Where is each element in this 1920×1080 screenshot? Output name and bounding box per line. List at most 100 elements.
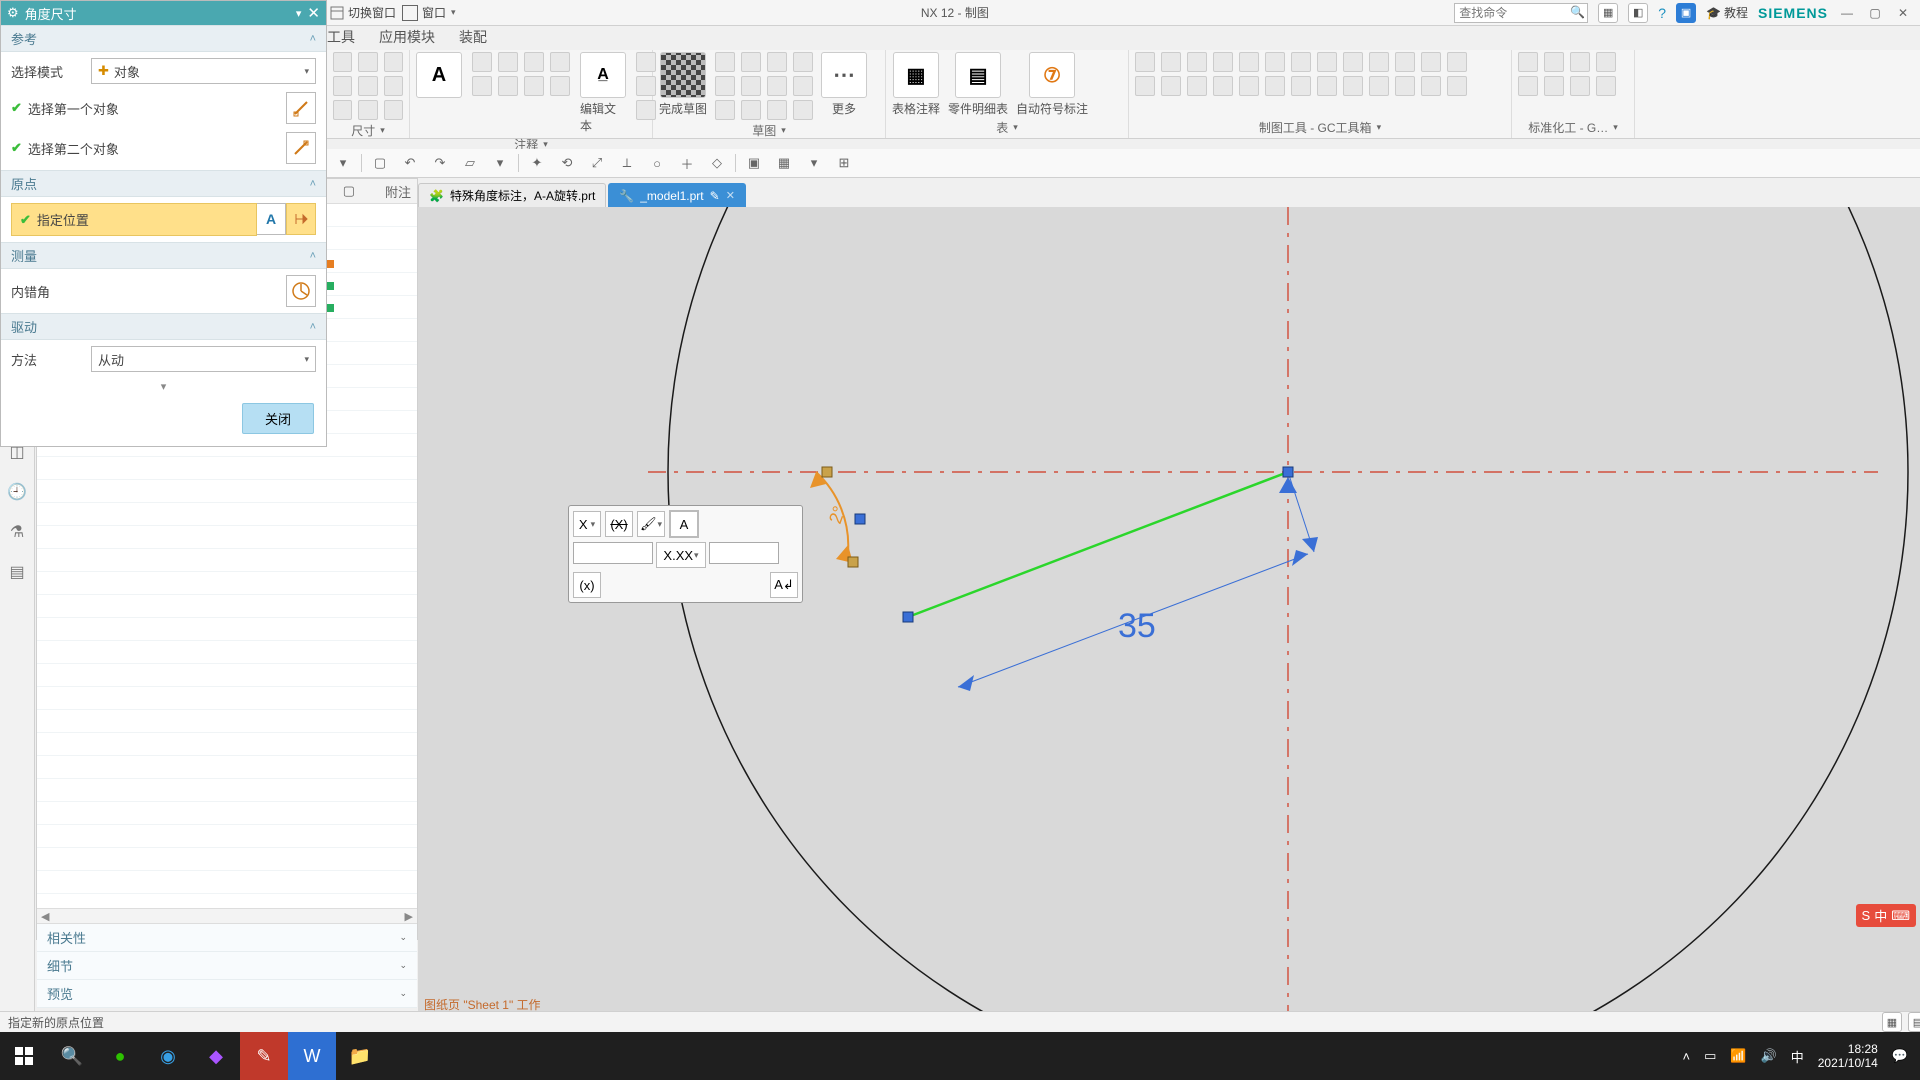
popup-value-input[interactable] [573,542,653,564]
origin-anchor-button[interactable] [286,203,316,235]
popup-apply-button[interactable]: A↲ [770,572,798,598]
popup-var-button[interactable]: (x) [573,572,601,598]
section-measure[interactable]: 测量˄ [1,242,326,269]
taskbar-search-icon[interactable]: 🔍 [48,1032,96,1080]
status-icon-1[interactable]: ▦ [1882,1012,1902,1032]
tb-icon-2[interactable]: ◧ [1628,3,1648,23]
t2-btn-10[interactable]: ○ [645,152,669,174]
close-tab-icon[interactable]: ✕ [726,189,735,202]
dialog-dropdown-icon[interactable]: ▾ [296,7,302,20]
t2-btn-2[interactable]: ↶ [398,152,422,174]
minimize-button[interactable]: ― [1838,4,1856,22]
popup-textpick-button[interactable]: A [669,510,699,538]
menu-assembly[interactable]: 装配 [459,27,487,47]
t2-btn-3[interactable]: ↷ [428,152,452,174]
t2-btn-9[interactable]: ⟂ [615,152,639,174]
t2-dropdown[interactable]: ▾ [331,152,355,174]
menu-tools[interactable]: 工具 [327,27,355,47]
section-origin[interactable]: 原点˄ [1,170,326,197]
gear-icon[interactable]: ⚙ [7,5,19,21]
t2-btn-15[interactable]: ▾ [802,152,826,174]
parts-list-button[interactable]: ▤零件明细表 [948,52,1008,117]
popup-x-button[interactable]: X▾ [573,511,601,537]
popup-clearvar-button[interactable]: (X) [605,511,633,537]
nav-group-detail[interactable]: 细节⌄ [37,952,417,980]
t2-btn-6[interactable]: ✦ [525,152,549,174]
pick-second-object[interactable]: 选择第二个对象 [28,139,119,158]
switch-window-button[interactable]: 切换窗口 [330,4,396,21]
command-search[interactable]: 🔍 [1454,3,1588,23]
section-reference[interactable]: 参考˄ [1,25,326,52]
t2-btn-11[interactable]: ＋ [675,152,699,174]
tray-ime-icon[interactable]: 中 [1791,1047,1804,1066]
taskbar-edge-icon[interactable]: ◉ [144,1032,192,1080]
taskbar-word-icon[interactable]: W [288,1032,336,1080]
t2-btn-5[interactable]: ▾ [488,152,512,174]
drawing-canvas[interactable]: 35 2° 图纸页 "Sheet 1" 工作 [418,207,1920,1017]
status-icon-2[interactable]: ▤ [1908,1012,1920,1032]
t2-btn-7[interactable]: ⟲ [555,152,579,174]
tab-model1[interactable]: 🔧 _model1.prt ✎ ✕ [608,183,746,207]
rail-sheet-icon[interactable]: ▤ [4,559,30,585]
tray-clock[interactable]: 18:28 2021/10/14 [1818,1042,1878,1071]
taskbar-app1-icon[interactable]: ◆ [192,1032,240,1080]
restore-button[interactable]: ▢ [1866,4,1884,22]
navigator-hscroll[interactable]: ◀▶ [37,908,417,923]
method-dropdown[interactable]: 从动▾ [91,346,316,372]
nav-col-icon[interactable]: ▢ [343,183,355,199]
more-sketch-button[interactable]: ⋯ 更多 [821,52,867,117]
dialog-close-button[interactable]: 关闭 [242,403,314,434]
popup-format-dropdown[interactable]: X.XX▾ [656,542,706,568]
tray-wifi-icon[interactable]: 📶 [1730,1048,1746,1064]
rail-roles-icon[interactable]: ⚗ [4,519,30,545]
tab-angle-drawing[interactable]: 🧩 特殊角度标注，A-A旋转.prt [418,183,606,207]
command-search-input[interactable] [1454,3,1588,23]
tb-icon-1[interactable]: ▦ [1598,3,1618,23]
graduation-cap-icon: 🎓 [1706,6,1721,20]
popup-tolerance-input[interactable] [709,542,779,564]
pick-second-tool-button[interactable] [286,132,316,164]
tb-icon-3[interactable]: ▣ [1676,3,1696,23]
section-drive[interactable]: 驱动˄ [1,313,326,340]
annotation-big-button[interactable]: A [416,52,462,98]
popup-brush-button[interactable]: 🖌▾ [637,511,665,537]
tray-chevron-icon[interactable]: ˄ [1682,1049,1690,1064]
t2-btn-13[interactable]: ▣ [742,152,766,174]
tray-notifications-icon[interactable]: 💬 [1892,1048,1908,1064]
tray-volume-icon[interactable]: 🔊 [1761,1048,1777,1064]
edit-text-button[interactable]: A̲ 编辑文本 [580,52,626,134]
t2-btn-12[interactable]: ◇ [705,152,729,174]
nav-group-preview[interactable]: 预览⌄ [37,980,417,1008]
inner-angle-button[interactable] [286,275,316,307]
nav-col-note[interactable]: 附注 [385,182,411,201]
table-ann-button[interactable]: ▦表格注释 [892,52,940,117]
ime-badge[interactable]: S中⌨ [1856,904,1916,927]
select-mode-dropdown[interactable]: ✚对象 ▾ [91,58,316,84]
auto-balloon-button[interactable]: ⑦自动符号标注 [1016,52,1088,117]
taskbar-explorer-icon[interactable]: 📁 [336,1032,384,1080]
t2-btn-1[interactable]: ▢ [368,152,392,174]
t2-btn-14[interactable]: ▦ [772,152,796,174]
pick-first-tool-button[interactable] [286,92,316,124]
help-icon[interactable]: ? [1658,5,1666,21]
dialog-expand-toggle[interactable]: ▾ [1,378,326,395]
t2-btn-8[interactable]: ⤢ [585,152,609,174]
start-button[interactable] [0,1032,48,1080]
tray-battery-icon[interactable]: ▭ [1704,1048,1716,1064]
pick-first-object[interactable]: 选择第一个对象 [28,99,119,118]
menu-apps[interactable]: 应用模块 [379,27,435,47]
taskbar-wechat-icon[interactable]: ● [96,1032,144,1080]
tutorials-button[interactable]: 🎓 教程 [1706,4,1748,21]
close-window-button[interactable]: ✕ [1894,4,1912,22]
nav-group-relation[interactable]: 相关性⌄ [37,924,417,952]
rail-history-icon[interactable]: 🕘 [4,479,30,505]
specify-position-row[interactable]: ✔ 指定位置 [11,203,257,236]
finish-sketch-button[interactable]: 完成草图 [659,52,707,117]
window-menu[interactable]: 窗口▾ [402,4,456,21]
dialog-close-icon[interactable]: ✕ [307,4,320,22]
taskbar-app2-icon[interactable]: ✎ [240,1032,288,1080]
t2-btn-16[interactable]: ⊞ [832,152,856,174]
origin-text-button[interactable]: A [257,203,286,235]
status-bar: 指定新的原点位置 ▦ ▤ [0,1011,1920,1032]
t2-btn-4[interactable]: ▱ [458,152,482,174]
